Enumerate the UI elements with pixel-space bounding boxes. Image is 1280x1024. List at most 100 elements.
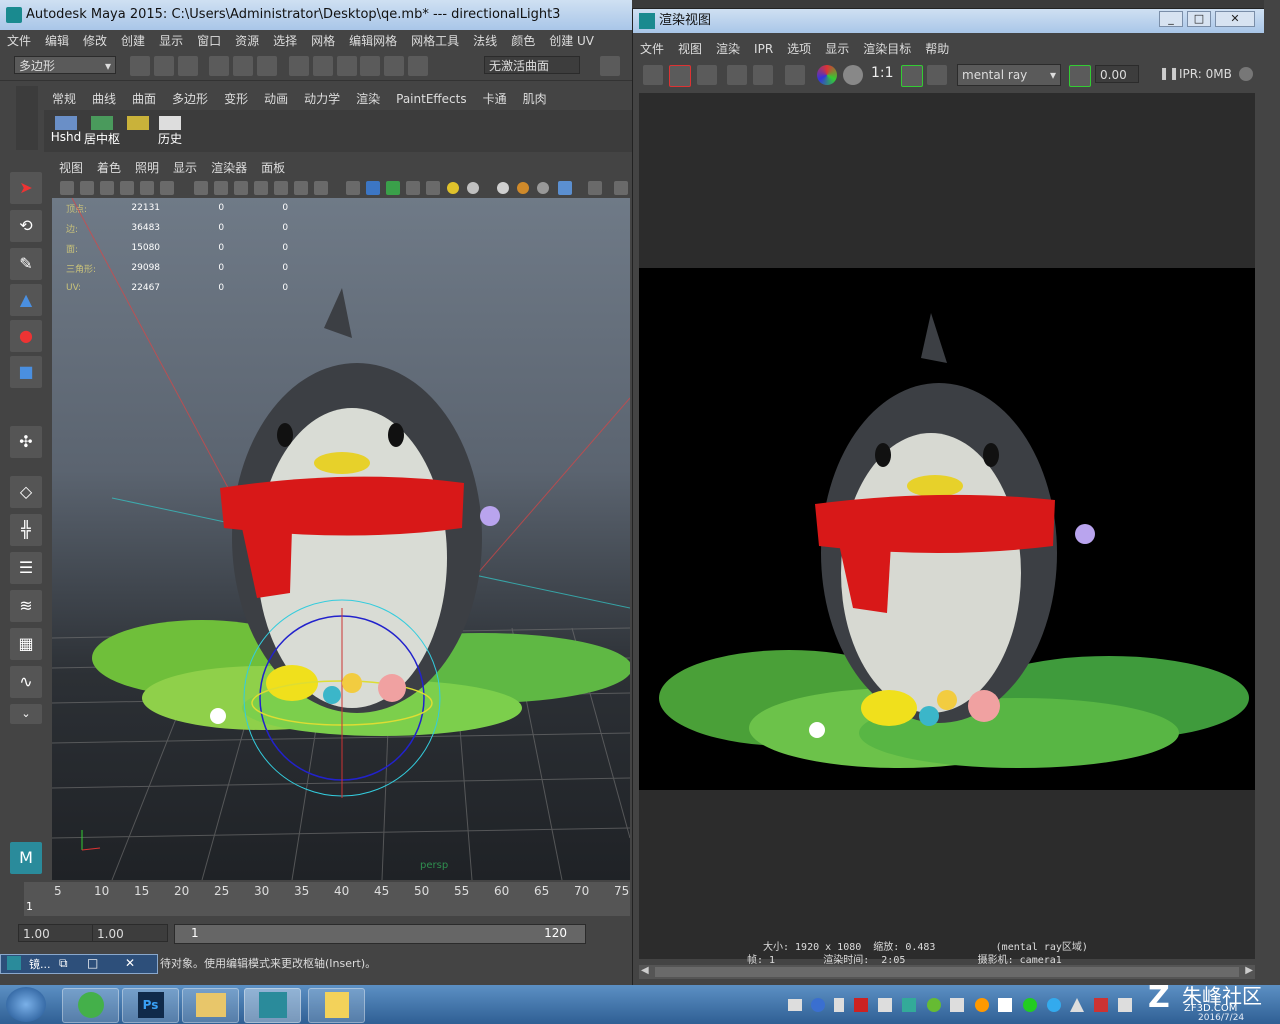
center-pivot-button[interactable]: 居中枢 — [84, 114, 120, 150]
shelf-tab-polygons[interactable]: 多边形 — [164, 88, 216, 110]
render-view-canvas[interactable]: 大小: 1920 x 1080 缩放: 0.483 (mental ray区域)… — [639, 93, 1255, 966]
ipr-render-icon[interactable] — [727, 65, 747, 85]
live-surface-field[interactable]: 无激活曲面 — [484, 56, 580, 74]
maximize-icon[interactable]: □ — [1187, 11, 1211, 27]
rgb-channels-icon[interactable] — [785, 65, 805, 85]
vp-menu-renderer[interactable]: 渲染器 — [204, 158, 254, 178]
close-icon[interactable]: ✕ — [125, 956, 135, 970]
shelf-tab-muscle[interactable]: 肌肉 — [515, 88, 555, 110]
real-size-button[interactable]: 1:1 — [871, 65, 894, 81]
shelf-tab-rendering[interactable]: 渲染 — [348, 88, 388, 110]
live-surface-icon[interactable] — [408, 56, 429, 76]
manipulator-icon[interactable]: ✣ — [10, 426, 42, 458]
hshd-button[interactable]: Hshd — [48, 114, 84, 150]
scroll-right-icon[interactable]: ▶ — [1245, 965, 1253, 976]
vp-menu-panels[interactable]: 面板 — [254, 158, 292, 178]
scale-tool-icon[interactable]: ■ — [10, 356, 42, 388]
refresh-ipr-icon[interactable] — [753, 65, 773, 85]
renderer-dropdown[interactable]: mental ray ▾ — [957, 64, 1061, 86]
rv-menu-render-target[interactable]: 渲染目标 — [856, 37, 918, 61]
snapshot-icon[interactable] — [697, 65, 717, 85]
vp-menu-lighting[interactable]: 照明 — [128, 158, 166, 178]
range-bar[interactable]: 1 120 — [174, 924, 586, 944]
exposure-field[interactable]: 0.00 — [1095, 65, 1139, 83]
shelf-menu-toggle[interactable] — [16, 86, 38, 150]
menu-edit-mesh[interactable]: 编辑网格 — [342, 30, 404, 52]
vp-menu-show[interactable]: 显示 — [166, 158, 204, 178]
menu-color[interactable]: 颜色 — [504, 30, 542, 52]
new-scene-icon[interactable] — [130, 56, 150, 76]
select-tool-icon[interactable]: ➤ — [10, 172, 42, 204]
mini-window[interactable]: 镜... ⧉ □ ✕ — [0, 954, 158, 974]
snap-grid-icon[interactable] — [288, 56, 309, 76]
redo-render-icon[interactable] — [643, 65, 663, 85]
current-frame-marker[interactable]: 1 — [26, 900, 33, 913]
select-object-icon[interactable] — [233, 56, 254, 76]
sparkle-button[interactable] — [120, 114, 156, 150]
lasso-tool-icon[interactable]: ⟲ — [10, 210, 42, 242]
exposure-icon[interactable] — [1069, 65, 1091, 87]
shelf-tab-general[interactable]: 常规 — [44, 88, 84, 110]
shelf-tab-curves[interactable]: 曲线 — [84, 88, 124, 110]
vp-menu-shading[interactable]: 着色 — [90, 158, 128, 178]
restore-icon[interactable]: ⧉ — [59, 956, 68, 971]
layout-timeline-icon[interactable]: ∿ — [10, 666, 42, 698]
snap-view-icon[interactable] — [360, 56, 381, 76]
menu-mesh[interactable]: 网格 — [304, 30, 342, 52]
toolbox-expand-icon[interactable]: ⌄ — [10, 704, 42, 724]
render-frame-icon[interactable] — [600, 56, 620, 76]
keep-image-icon[interactable] — [901, 65, 923, 87]
shelf-tab-deformation[interactable]: 变形 — [216, 88, 256, 110]
viewport-icon-strip[interactable] — [52, 178, 632, 198]
rv-menu-render[interactable]: 渲染 — [709, 37, 747, 61]
menu-file[interactable]: 文件 — [0, 30, 38, 52]
scrollbar-thumb[interactable] — [655, 967, 1239, 977]
layout-hypershade-icon[interactable]: ▦ — [10, 628, 42, 660]
render-region-icon[interactable] — [669, 65, 691, 87]
playback-start-field[interactable]: 1.00 — [92, 924, 168, 942]
scroll-left-icon[interactable]: ◀ — [641, 965, 649, 976]
history-button[interactable]: 历史 — [152, 114, 188, 150]
rv-menu-display[interactable]: 显示 — [818, 37, 856, 61]
menu-create[interactable]: 创建 — [114, 30, 152, 52]
layout-four-icon[interactable]: ╬ — [10, 514, 42, 546]
shelf-tab-painteffects[interactable]: PaintEffects — [388, 88, 474, 110]
menu-modify[interactable]: 修改 — [76, 30, 114, 52]
menu-window[interactable]: 窗口 — [190, 30, 228, 52]
close-icon[interactable]: ✕ — [1215, 11, 1255, 27]
menu-assets[interactable]: 资源 — [228, 30, 266, 52]
shelf-tab-toon[interactable]: 卡通 — [475, 88, 515, 110]
layout-outliner-icon[interactable]: ☰ — [10, 552, 42, 584]
time-slider[interactable]: 5 10 15 20 25 30 35 40 45 50 55 60 65 70… — [10, 882, 630, 916]
layout-graph-icon[interactable]: ≋ — [10, 590, 42, 622]
rv-menu-view[interactable]: 视图 — [671, 37, 709, 61]
minimize-icon[interactable]: _ — [1159, 11, 1183, 27]
rv-menu-file[interactable]: 文件 — [633, 37, 671, 61]
menu-display[interactable]: 显示 — [152, 30, 190, 52]
magnet-icon[interactable] — [384, 56, 405, 76]
perspective-viewport[interactable]: 顶点: 22131 0 0 边: 36483 0 0 面: 15080 0 0 三角形: 29098… — [52, 198, 630, 880]
taskbar-photoshop-icon[interactable]: Ps — [122, 988, 179, 1023]
shelf-tab-surfaces[interactable]: 曲面 — [124, 88, 164, 110]
select-hierarchy-icon[interactable] — [209, 56, 230, 76]
rv-menu-options[interactable]: 选项 — [780, 37, 818, 61]
menu-mesh-tools[interactable]: 网格工具 — [404, 30, 466, 52]
rotate-tool-icon[interactable]: ● — [10, 320, 42, 352]
taskbar-maya-icon[interactable] — [244, 988, 301, 1023]
taskbar-notepad-icon[interactable] — [308, 988, 365, 1023]
mode-dropdown[interactable]: 多边形 ▾ — [14, 56, 116, 74]
shelf-tab-animation[interactable]: 动画 — [256, 88, 296, 110]
rv-menu-ipr[interactable]: IPR — [747, 37, 780, 61]
menu-create-uv[interactable]: 创建 UV — [542, 30, 601, 52]
render-view-scrollbar[interactable]: ◀ ▶ — [639, 965, 1255, 979]
vp-menu-view[interactable]: 视图 — [52, 158, 90, 178]
rv-menu-help[interactable]: 帮助 — [918, 37, 956, 61]
start-button-icon[interactable] — [6, 987, 46, 1022]
menu-edit[interactable]: 编辑 — [38, 30, 76, 52]
select-component-icon[interactable] — [257, 56, 278, 76]
layout-single-icon[interactable]: ◇ — [10, 476, 42, 508]
shelf-tab-dynamics[interactable]: 动力学 — [296, 88, 348, 110]
save-scene-icon[interactable] — [177, 56, 198, 76]
move-tool-icon[interactable]: ▲ — [10, 284, 42, 316]
pause-icon[interactable]: ❚❚ — [1159, 66, 1179, 80]
